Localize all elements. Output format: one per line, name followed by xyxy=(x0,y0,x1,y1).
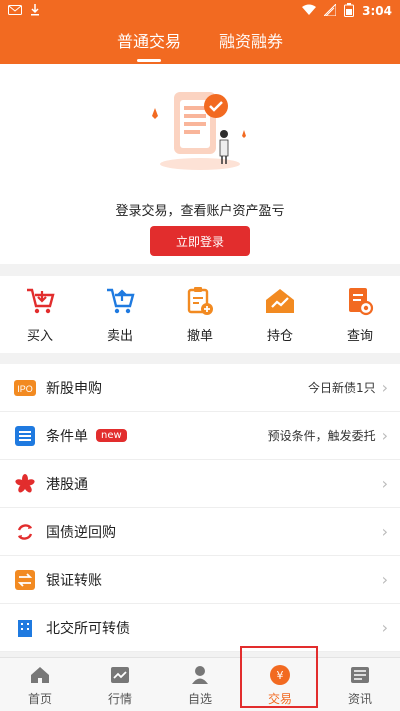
list-item-bank-transfer[interactable]: 银证转账 › xyxy=(0,556,400,604)
positions-action[interactable]: 持仓 xyxy=(250,285,310,344)
cancel-order-action[interactable]: 撤单 xyxy=(170,285,230,344)
header: 3:04 普通交易 融资融券 xyxy=(0,0,400,64)
chevron-right-icon: › xyxy=(381,426,388,445)
list-item-note: 今日新债1只 xyxy=(307,381,376,395)
action-label: 持仓 xyxy=(266,329,293,344)
buy-action[interactable]: 买入 xyxy=(10,285,70,344)
mail-icon xyxy=(8,4,22,18)
chevron-right-icon: › xyxy=(381,474,388,493)
svg-text:IPO: IPO xyxy=(17,384,33,394)
action-label: 查询 xyxy=(346,329,373,344)
query-action[interactable]: 查询 xyxy=(330,285,390,344)
clipboard-plus-icon xyxy=(184,285,216,317)
document-search-icon xyxy=(344,285,376,317)
list-item-bse-convertible[interactable]: 北交所可转债 › xyxy=(0,604,400,652)
list-item-title: 新股申购 xyxy=(46,380,102,397)
list-item-title: 银证转账 xyxy=(46,572,102,589)
list-item-ipo[interactable]: IPO 新股申购 今日新债1只 › xyxy=(0,364,400,412)
list-item-hk-connect[interactable]: 港股通 › xyxy=(0,460,400,508)
home-icon xyxy=(29,664,51,686)
list-item-reverse-repo[interactable]: 国债逆回购 › xyxy=(0,508,400,556)
nav-label: 首页 xyxy=(27,691,52,706)
yen-icon: ¥ xyxy=(269,664,291,686)
status-bar: 3:04 xyxy=(0,0,400,22)
list-item-note: 预设条件，触发委托 xyxy=(267,429,376,443)
nav-label: 交易 xyxy=(267,691,292,706)
nav-label: 资讯 xyxy=(347,691,372,706)
bottom-nav: 首页 行情 自选 ¥ 交易 资讯 xyxy=(0,657,400,711)
list-item-title: 北交所可转债 xyxy=(46,620,130,637)
download-icon xyxy=(30,3,40,19)
action-label: 买入 xyxy=(26,329,53,344)
login-button[interactable]: 立即登录 xyxy=(150,226,250,256)
signal-off-icon xyxy=(322,2,337,19)
trade-tabs: 普通交易 融资融券 xyxy=(0,22,400,64)
svg-text:¥: ¥ xyxy=(277,669,284,682)
chart-icon xyxy=(109,664,131,686)
chevron-right-icon: › xyxy=(381,618,388,637)
building-icon xyxy=(14,617,36,639)
quick-actions: 买入 卖出 撤单 持仓 查询 xyxy=(0,276,400,353)
status-time: 3:04 xyxy=(362,4,392,18)
cart-down-icon xyxy=(24,285,56,317)
nav-market[interactable]: 行情 xyxy=(80,658,160,711)
house-chart-icon xyxy=(264,285,296,317)
nav-watchlist[interactable]: 自选 xyxy=(160,658,240,711)
list-item-conditional-order[interactable]: 条件单 new 预设条件，触发委托 › xyxy=(0,412,400,460)
ipo-icon: IPO xyxy=(14,377,36,399)
person-icon xyxy=(189,664,211,686)
list-item-title: 条件单 xyxy=(46,428,88,445)
action-label: 卖出 xyxy=(106,329,133,344)
chevron-right-icon: › xyxy=(381,378,388,397)
sell-action[interactable]: 卖出 xyxy=(90,285,150,344)
action-label: 撤单 xyxy=(186,329,213,344)
cart-up-icon xyxy=(104,285,136,317)
login-prompt: 登录交易，查看账户资产盈亏 xyxy=(115,204,285,219)
chevron-right-icon: › xyxy=(381,570,388,589)
bauhinia-icon xyxy=(14,473,36,495)
nav-news[interactable]: 资讯 xyxy=(320,658,400,711)
transfer-icon xyxy=(14,569,36,591)
chevron-right-icon: › xyxy=(381,522,388,541)
list-icon xyxy=(14,425,36,447)
wifi-icon xyxy=(302,4,317,19)
battery-icon xyxy=(344,2,355,20)
nav-label: 自选 xyxy=(187,691,212,706)
nav-label: 行情 xyxy=(107,691,132,706)
nav-trade[interactable]: ¥ 交易 xyxy=(240,658,320,711)
service-list: IPO 新股申购 今日新债1只 › 条件单 new 预设条件，触发委托 › 港股… xyxy=(0,364,400,652)
new-badge: new xyxy=(96,429,127,442)
list-item-title: 国债逆回购 xyxy=(46,524,116,541)
tab-normal-trade[interactable]: 普通交易 xyxy=(117,24,181,62)
news-icon xyxy=(349,664,371,686)
list-item-title: 港股通 xyxy=(46,476,88,493)
nav-home[interactable]: 首页 xyxy=(0,658,80,711)
tab-margin-trade[interactable]: 融资融券 xyxy=(219,24,283,62)
login-card: 登录交易，查看账户资产盈亏 立即登录 xyxy=(0,64,400,264)
account-illustration-icon xyxy=(142,86,258,172)
repo-icon xyxy=(14,521,36,543)
